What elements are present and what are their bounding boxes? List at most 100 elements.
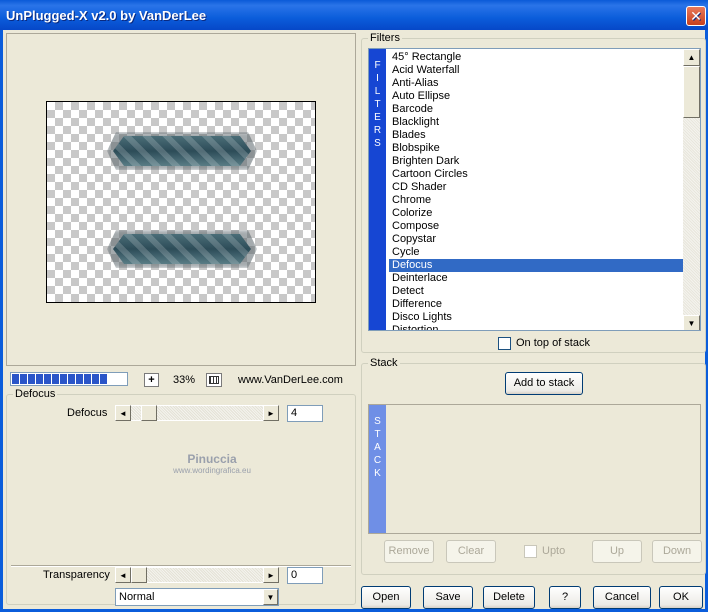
window-title: UnPlugged-X v2.0 by VanDerLee [6,8,207,23]
progress-segment [76,374,83,384]
down-button[interactable]: Down [652,540,702,563]
arrow-left-icon: ◄ [119,408,127,418]
filter-item[interactable]: Cycle [389,246,685,259]
blend-mode-dropdown-button[interactable]: ▼ [263,589,278,605]
close-button[interactable]: ✕ [686,6,706,26]
scroll-thumb[interactable] [683,66,700,118]
zoom-in-button[interactable]: + [144,373,159,387]
calculator-button[interactable] [206,373,222,387]
transparency-value-field[interactable]: 0 [287,567,323,584]
filter-item[interactable]: Anti-Alias [389,77,685,90]
delete-button[interactable]: Delete [483,586,535,609]
filter-item[interactable]: Detect [389,285,685,298]
title-bar: UnPlugged-X v2.0 by VanDerLee ✕ [0,0,708,30]
filters-group: Filters FILTERS 45° Rectangle Acid Waterf… [361,32,706,353]
on-top-checkbox[interactable] [498,337,511,350]
stack-tag: STACK [369,405,386,533]
arrow-down-icon: ▼ [687,319,696,328]
transparency-label: Transparency [43,569,110,581]
filters-scrollbar[interactable]: ▲ ▼ [683,49,700,330]
ok-button[interactable]: OK [659,586,703,609]
stack-group: Stack Add to stack STACK Remove Clear Up… [361,357,706,575]
filter-item[interactable]: Auto Ellipse [389,90,685,103]
upto-checkbox[interactable] [524,545,537,558]
filter-item[interactable]: Defocus [389,259,685,272]
zoom-level: 33% [173,374,196,386]
filter-item[interactable]: Blades [389,129,685,142]
defocus-value-field[interactable]: 4 [287,405,323,422]
stack-tag-letter: C [373,455,382,466]
filter-item[interactable]: Deinterlace [389,272,685,285]
progress-segment [92,374,99,384]
filters-tag-letter: E [374,112,381,123]
filter-item[interactable]: Brighten Dark [389,155,685,168]
stack-tag-letter: A [374,442,381,453]
dialog-body: + 33% www.VanDerLee.com Defocus Defocus … [0,30,708,612]
filter-item[interactable]: Blobspike [389,142,685,155]
scroll-down-button[interactable]: ▼ [683,315,700,330]
progress-segment [12,374,19,384]
transparency-decrease-button[interactable]: ◄ [115,567,131,583]
filter-item[interactable]: Blacklight [389,116,685,129]
filter-item[interactable]: Cartoon Circles [389,168,685,181]
filter-item[interactable]: Acid Waterfall [389,64,685,77]
arrow-right-icon: ► [267,408,275,418]
filter-item[interactable]: 45° Rectangle [389,51,685,64]
remove-button[interactable]: Remove [384,540,434,563]
progress-segment [36,374,43,384]
watermark-name: Pinuccia [187,452,237,466]
clear-button[interactable]: Clear [446,540,496,563]
blend-mode-value: Normal [119,591,155,603]
calculator-icon [209,376,219,384]
arrow-left-icon: ◄ [119,570,127,580]
filter-item[interactable]: Chrome [389,194,685,207]
preview-canvas[interactable] [46,101,316,303]
upto-label: Upto [542,545,566,557]
progress-bar [10,372,128,386]
filter-item[interactable]: CD Shader [389,181,685,194]
filter-item[interactable]: Barcode [389,103,685,116]
blend-mode-select[interactable]: Normal ▼ [115,588,279,606]
defocus-decrease-button[interactable]: ◄ [115,405,131,421]
transparency-slider-thumb[interactable] [131,567,147,583]
progress-segment [44,374,51,384]
add-to-stack-button[interactable]: Add to stack [505,372,583,395]
watermark-url: www.wordingrafica.eu [173,466,251,475]
defocus-increase-button[interactable]: ► [263,405,279,421]
preview-pane [6,33,356,366]
filters-tag-letter: S [374,138,381,149]
filters-tag: FILTERS [369,49,386,330]
open-button[interactable]: Open [361,586,411,609]
filters-list[interactable]: FILTERS 45° Rectangle Acid Waterfall Anti-… [368,48,701,331]
defocus-slider-thumb[interactable] [141,405,157,421]
on-top-label: On top of stack [516,337,590,349]
preview-statusbar: + 33% www.VanDerLee.com [6,368,356,390]
filter-item[interactable]: Colorize [389,207,685,220]
filter-item[interactable]: Compose [389,220,685,233]
stack-list[interactable]: STACK [368,404,701,534]
progress-segment [68,374,75,384]
filter-item[interactable]: Difference [389,298,685,311]
help-button[interactable]: ? [549,586,581,609]
stack-tag-letter: S [374,416,381,427]
progress-segment [100,374,107,384]
cancel-button[interactable]: Cancel [593,586,651,609]
preview-shape-top [113,136,251,166]
filters-tag-letter: L [374,86,381,97]
vanderlee-link[interactable]: www.VanDerLee.com [238,374,343,386]
filter-item[interactable]: Distortion [389,324,685,330]
close-icon: ✕ [690,7,702,24]
transparency-increase-button[interactable]: ► [263,567,279,583]
progress-segment [52,374,59,384]
scroll-up-button[interactable]: ▲ [683,49,700,66]
filter-item[interactable]: Disco Lights [389,311,685,324]
preview-shape-bottom [113,234,251,264]
filters-tag-letter: R [373,125,382,136]
save-button[interactable]: Save [423,586,473,609]
progress-segment [28,374,35,384]
filter-item[interactable]: Copystar [389,233,685,246]
up-button[interactable]: Up [592,540,642,563]
stack-tag-letter: K [374,468,381,479]
params-group-label: Defocus [13,388,58,400]
transparency-slider-track[interactable] [131,567,263,583]
